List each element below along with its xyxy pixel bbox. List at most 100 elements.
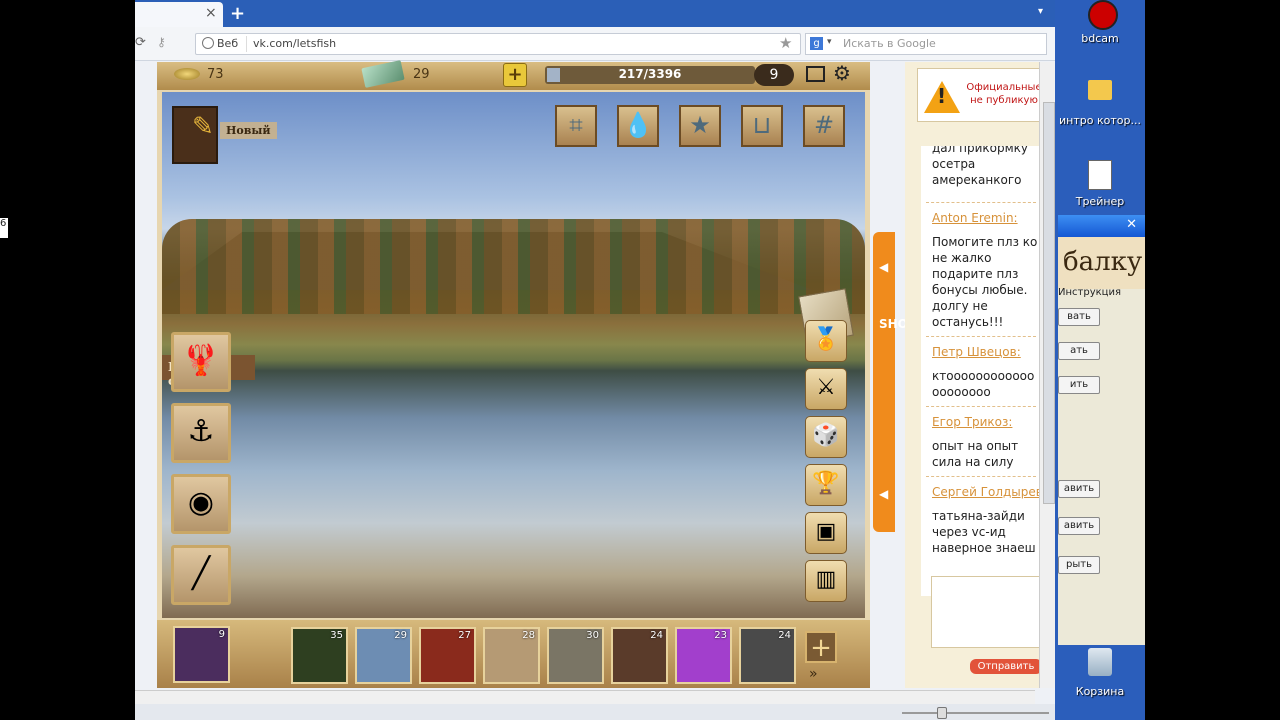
vertical-scroll-thumb[interactable] bbox=[1043, 102, 1055, 504]
close-icon[interactable]: ✕ bbox=[1126, 217, 1137, 232]
tab-menu-icon[interactable]: ▾ bbox=[1038, 6, 1043, 17]
friends-next-button[interactable]: » bbox=[809, 666, 818, 682]
side-button[interactable]: 🏆 bbox=[805, 464, 847, 506]
chat-author-link[interactable]: Сергей Голдырев bbox=[932, 484, 1040, 500]
friend-avatar[interactable]: 30 bbox=[547, 627, 604, 684]
new-tab-button[interactable]: + bbox=[230, 3, 245, 24]
side-button[interactable]: ⚔ bbox=[805, 368, 847, 410]
chat-input[interactable] bbox=[931, 576, 1043, 648]
fishing-net-icon: # bbox=[813, 111, 835, 139]
tab-active[interactable]: × bbox=[135, 2, 223, 27]
notice-text: Официальные не публикую bbox=[966, 82, 1042, 106]
friend-avatar[interactable]: 24 bbox=[611, 627, 668, 684]
file-icon[interactable] bbox=[1088, 160, 1112, 190]
tab-close-icon[interactable]: × bbox=[205, 5, 217, 21]
background-window-button[interactable]: ать bbox=[1058, 342, 1100, 360]
chat-separator bbox=[926, 406, 1036, 407]
shoutbox-tab[interactable]: ◀ SHOUTBOX ◀ bbox=[873, 232, 954, 532]
tool-button[interactable]: ⌗ bbox=[555, 105, 597, 147]
background-window-button[interactable]: авить bbox=[1058, 517, 1100, 535]
key-icon[interactable]: ⚷ bbox=[157, 35, 166, 49]
gear-slot[interactable]: ╱ bbox=[171, 545, 231, 605]
browser-window: × + ▾ ⟳ ⚷ Веб vk.com/letsfish ★ g ▾ Иска… bbox=[135, 0, 1055, 720]
add-friend-button[interactable]: + bbox=[805, 631, 837, 663]
search-engine-dropdown-icon[interactable]: ▾ bbox=[827, 37, 832, 47]
search-placeholder: Искать в Google bbox=[843, 37, 936, 50]
folder-icon[interactable] bbox=[1088, 80, 1112, 100]
recycle-bin-icon[interactable] bbox=[1088, 648, 1112, 676]
money-count: 29 bbox=[413, 67, 430, 82]
friend-avatar[interactable]: 23 bbox=[675, 627, 732, 684]
send-button[interactable]: Отправить bbox=[970, 659, 1042, 674]
friend-avatar[interactable]: 24 bbox=[739, 627, 796, 684]
chat-message-text: ктоооооооооооо оооооооо bbox=[932, 369, 1035, 399]
horizontal-scrollbar[interactable] bbox=[135, 690, 1035, 705]
chat-message-text: опыт на опыт сила на силу bbox=[932, 439, 1019, 469]
desktop-icon-label[interactable]: Корзина bbox=[1055, 685, 1145, 698]
tool-button[interactable]: ⊔ bbox=[741, 105, 783, 147]
zoom-slider-knob[interactable] bbox=[937, 707, 947, 719]
friend-level: 23 bbox=[714, 630, 727, 641]
desktop-icon-label[interactable]: Трейнер bbox=[1055, 195, 1145, 208]
background-window[interactable]: ✕ балку Инструкция вать ать ить авить авить р… bbox=[1058, 215, 1145, 645]
chat-author-link[interactable]: Егор Трикоз: bbox=[932, 414, 1040, 430]
add-money-button[interactable]: + bbox=[503, 63, 527, 87]
side-button[interactable]: 🏅 bbox=[805, 320, 847, 362]
gear-icon[interactable]: ⚙ bbox=[833, 61, 851, 85]
friend-level: 29 bbox=[394, 630, 407, 641]
collapse-arrow-icon[interactable]: ◀ bbox=[879, 487, 888, 501]
journal-button[interactable]: ✎ bbox=[172, 106, 218, 164]
globe-icon bbox=[202, 37, 214, 49]
dice-icon: 🎲 bbox=[812, 423, 840, 448]
water-drop-icon: 💧 bbox=[623, 111, 653, 139]
self-avatar[interactable]: 9 bbox=[173, 626, 230, 683]
chest-icon: ▣ bbox=[815, 519, 837, 544]
friend-level: 27 bbox=[458, 630, 471, 641]
friend-avatar[interactable]: 27 bbox=[419, 627, 476, 684]
desktop-icon-label[interactable]: интро котор... bbox=[1055, 114, 1145, 127]
zoom-slider-track[interactable] bbox=[902, 712, 1049, 714]
search-input[interactable]: g ▾ Искать в Google bbox=[805, 33, 1047, 55]
gear-slot[interactable]: ⚓ bbox=[171, 403, 231, 463]
gear-slot[interactable]: ◉ bbox=[171, 474, 231, 534]
lake-scene[interactable]: ✎ Новый ⌗💧★⊔# Ваши снасти 🦞⚓◉╱ 🏅⚔🎲🏆▣▥ bbox=[162, 92, 865, 618]
friend-avatar[interactable]: 29 bbox=[355, 627, 412, 684]
url-text[interactable]: vk.com/letsfish bbox=[253, 37, 336, 50]
side-button[interactable]: 🎲 bbox=[805, 416, 847, 458]
reload-icon[interactable]: ⟳ bbox=[135, 35, 146, 50]
chat-author-link[interactable]: Петр Швецов: bbox=[932, 344, 1040, 360]
navigation-bar: ⟳ ⚷ Веб vk.com/letsfish ★ g ▾ Искать в G… bbox=[135, 27, 1055, 61]
desktop-icon-label[interactable]: bdcam bbox=[1055, 32, 1145, 45]
background-window-titlebar[interactable]: ✕ bbox=[1058, 215, 1145, 237]
side-button[interactable]: ▥ bbox=[805, 560, 847, 602]
chat-messages: дал прикормку осетра амереканкого Anton … bbox=[921, 146, 1040, 596]
background-window-button[interactable]: ить bbox=[1058, 376, 1100, 394]
chat-separator bbox=[926, 336, 1036, 337]
tool-button[interactable]: # bbox=[803, 105, 845, 147]
hook-icon: ⚓ bbox=[187, 414, 215, 449]
side-button[interactable]: ▣ bbox=[805, 512, 847, 554]
background-window-button[interactable]: рыть bbox=[1058, 556, 1100, 574]
record-icon[interactable] bbox=[1088, 0, 1118, 30]
friend-level: 24 bbox=[778, 630, 791, 641]
banknotes-icon bbox=[361, 60, 405, 88]
fullscreen-icon[interactable] bbox=[806, 66, 825, 82]
tool-button[interactable]: ★ bbox=[679, 105, 721, 147]
address-divider bbox=[246, 36, 247, 52]
gear-slot[interactable]: 🦞 bbox=[171, 332, 231, 392]
chat-author-link[interactable]: Anton Eremin: bbox=[932, 210, 1040, 226]
address-bar[interactable]: Веб vk.com/letsfish ★ bbox=[195, 33, 801, 55]
collapse-arrow-icon[interactable]: ◀ bbox=[879, 260, 888, 274]
address-scope-label: Веб bbox=[217, 37, 239, 50]
background-window-button[interactable]: авить bbox=[1058, 480, 1100, 498]
backpack-icon: ▥ bbox=[815, 567, 837, 592]
friend-avatar[interactable]: 35 bbox=[291, 627, 348, 684]
pencil-icon: ✎ bbox=[192, 112, 214, 142]
google-icon[interactable]: g bbox=[810, 37, 823, 50]
instruction-label: Инструкция bbox=[1058, 287, 1121, 298]
background-window-button[interactable]: вать bbox=[1058, 308, 1100, 326]
vertical-scrollbar[interactable] bbox=[1039, 62, 1055, 688]
bookmark-star-icon[interactable]: ★ bbox=[779, 34, 792, 52]
friend-avatar[interactable]: 28 bbox=[483, 627, 540, 684]
tool-button[interactable]: 💧 bbox=[617, 105, 659, 147]
